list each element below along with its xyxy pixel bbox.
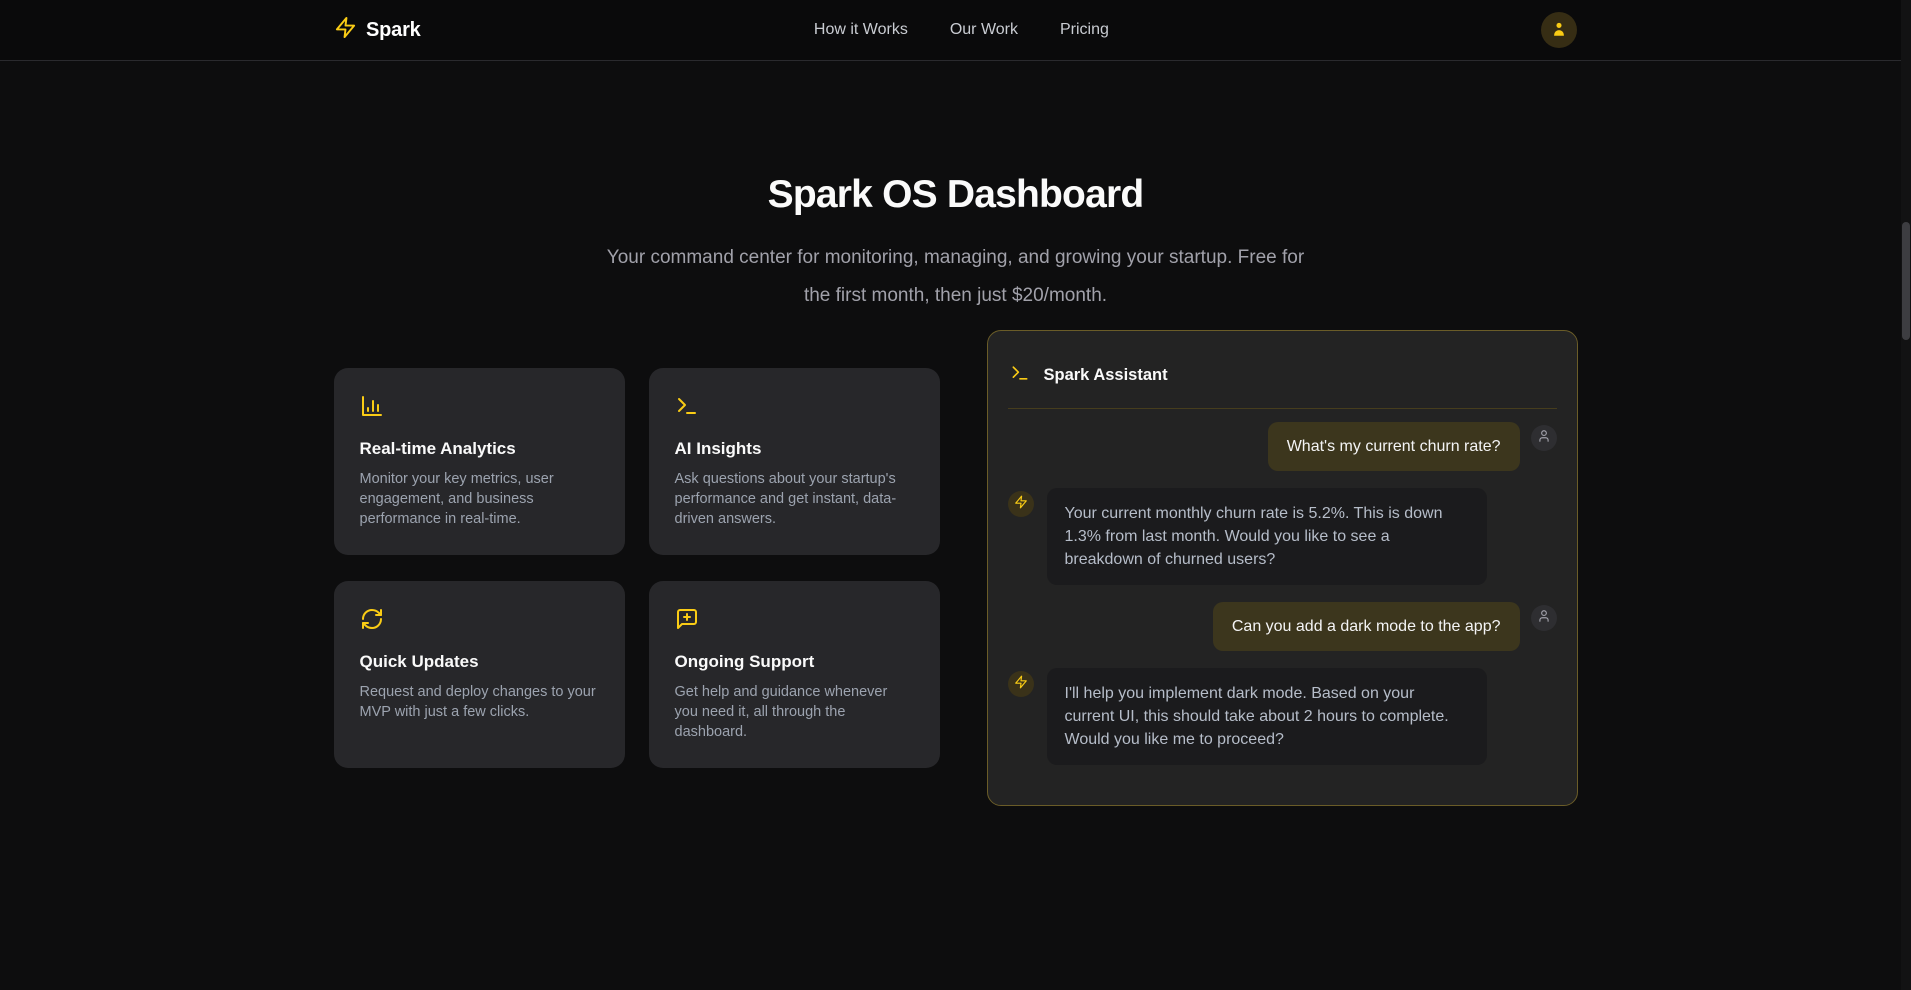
user-message-bubble: What's my current churn rate?	[1268, 422, 1520, 471]
page-title: Spark OS Dashboard	[0, 173, 1911, 217]
page-scrollbar[interactable]	[1901, 0, 1911, 990]
assistant-avatar	[1008, 491, 1034, 517]
main-content: Real-time Analytics Monitor your key met…	[334, 330, 1578, 806]
nav-link-how-it-works[interactable]: How it Works	[814, 21, 908, 39]
feature-title: Ongoing Support	[675, 652, 914, 672]
feature-card-ai-insights: AI Insights Ask questions about your sta…	[649, 368, 940, 555]
page-subtitle: Your command center for monitoring, mana…	[606, 239, 1306, 315]
chat-messages: What's my current churn rate? Your curre…	[1008, 422, 1557, 765]
assistant-avatar	[1008, 671, 1034, 697]
zap-icon	[1014, 675, 1028, 694]
user-avatar	[1531, 605, 1557, 631]
top-navbar: Spark How it Works Our Work Pricing	[0, 0, 1911, 61]
message-square-plus-icon	[675, 607, 699, 631]
assistant-message-bubble: Your current monthly churn rate is 5.2%.…	[1047, 488, 1487, 585]
feature-card-quick-updates: Quick Updates Request and deploy changes…	[334, 581, 625, 768]
account-avatar-button[interactable]	[1541, 12, 1577, 48]
nav-link-our-work[interactable]: Our Work	[950, 21, 1018, 39]
feature-description: Ask questions about your startup's perfo…	[675, 469, 914, 529]
brand-name: Spark	[366, 19, 421, 42]
feature-description: Monitor your key metrics, user engagemen…	[360, 469, 599, 529]
terminal-icon	[675, 394, 699, 418]
assistant-title: Spark Assistant	[1044, 366, 1168, 385]
assistant-message-bubble: I'll help you implement dark mode. Based…	[1047, 668, 1487, 765]
feature-title: Real-time Analytics	[360, 439, 599, 459]
feature-card-analytics: Real-time Analytics Monitor your key met…	[334, 368, 625, 555]
feature-description: Get help and guidance whenever you need …	[675, 682, 914, 742]
hero-section: Spark OS Dashboard Your command center f…	[0, 61, 1911, 315]
feature-title: Quick Updates	[360, 652, 599, 672]
chat-message-assistant: Your current monthly churn rate is 5.2%.…	[1008, 488, 1557, 585]
scrollbar-thumb[interactable]	[1902, 222, 1910, 340]
chat-message-user: Can you add a dark mode to the app?	[1008, 602, 1557, 651]
nav-links: How it Works Our Work Pricing	[814, 21, 1109, 39]
assistant-header: Spark Assistant	[1008, 351, 1557, 409]
user-icon	[1537, 429, 1551, 448]
refresh-icon	[360, 607, 384, 631]
zap-icon	[1014, 495, 1028, 514]
brand-logo[interactable]: Spark	[334, 16, 421, 44]
nav-link-pricing[interactable]: Pricing	[1060, 21, 1109, 39]
terminal-icon	[1010, 363, 1030, 388]
feature-title: AI Insights	[675, 439, 914, 459]
feature-description: Request and deploy changes to your MVP w…	[360, 682, 599, 722]
bar-chart-icon	[360, 394, 384, 418]
user-message-bubble: Can you add a dark mode to the app?	[1213, 602, 1520, 651]
spark-assistant-panel: Spark Assistant What's my current churn …	[987, 330, 1578, 806]
user-avatar	[1531, 425, 1557, 451]
feature-card-ongoing-support: Ongoing Support Get help and guidance wh…	[649, 581, 940, 768]
user-icon	[1550, 20, 1568, 41]
chat-message-assistant: I'll help you implement dark mode. Based…	[1008, 668, 1557, 765]
zap-icon	[334, 16, 357, 44]
user-icon	[1537, 609, 1551, 628]
feature-grid: Real-time Analytics Monitor your key met…	[334, 368, 940, 768]
chat-message-user: What's my current churn rate?	[1008, 422, 1557, 471]
